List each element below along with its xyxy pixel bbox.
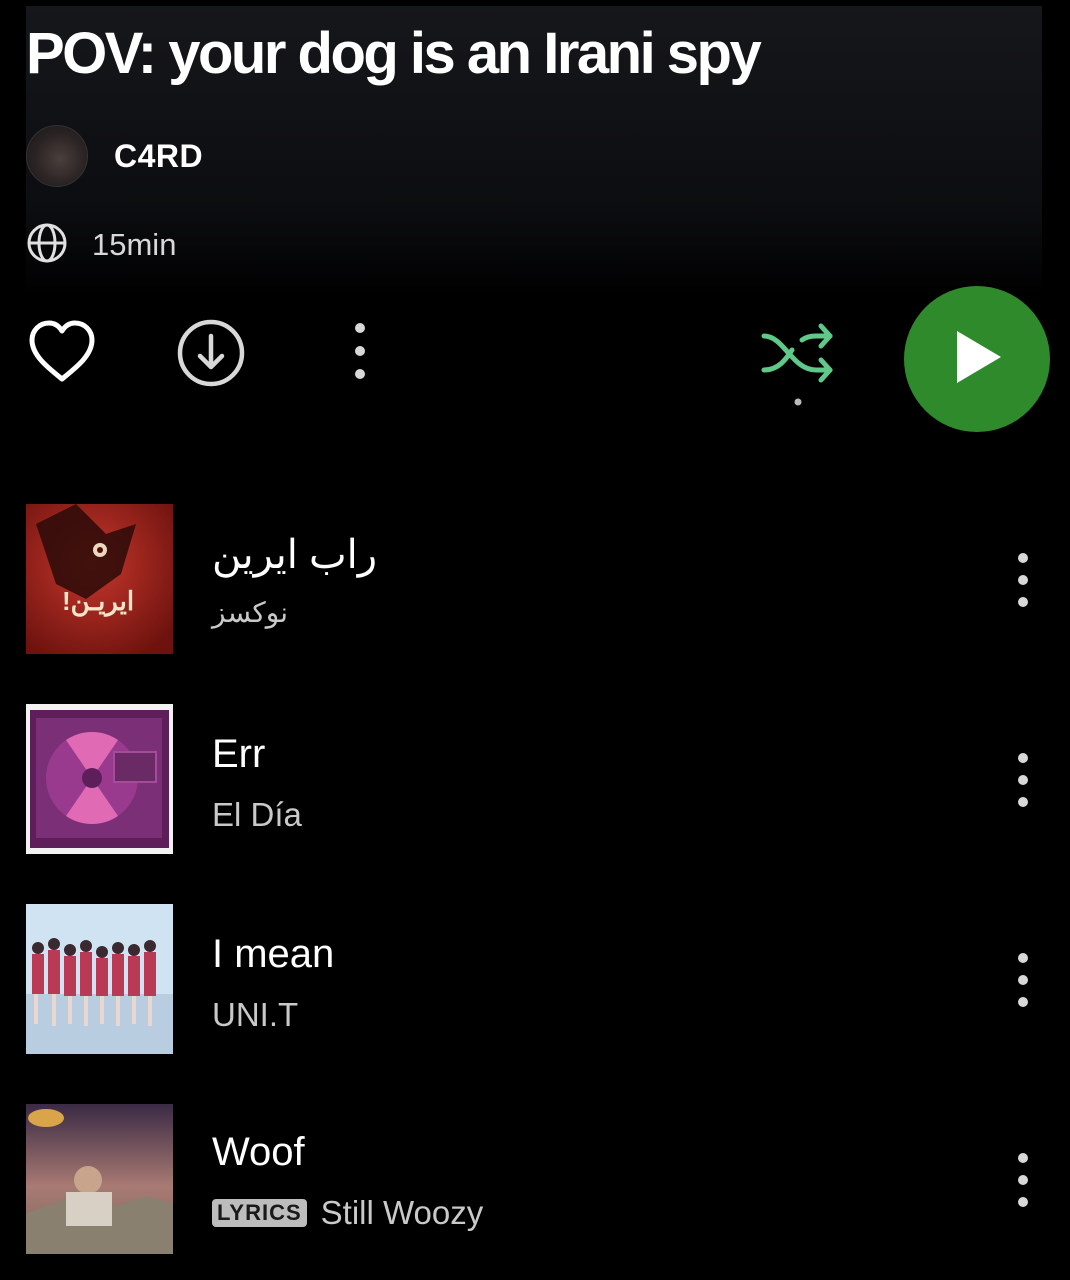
more-vertical-icon: [353, 320, 367, 387]
track-title: Err: [212, 732, 266, 776]
play-icon: [947, 327, 1007, 392]
track-more-button[interactable]: [1008, 1150, 1038, 1210]
download-button[interactable]: [176, 318, 246, 393]
track-row[interactable]: ایریـن! راب ایرین نوکسز: [26, 504, 1042, 654]
download-icon: [176, 318, 246, 393]
globe-icon: [26, 222, 68, 269]
more-vertical-icon: [1008, 753, 1038, 814]
playlist-title: POV: your dog is an Irani spy: [26, 21, 762, 86]
track-more-button[interactable]: [1008, 750, 1038, 810]
owner-name[interactable]: C4RD: [114, 138, 203, 175]
track-row[interactable]: Woof LYRICS Still Woozy: [26, 1104, 1042, 1254]
track-artist: نوکسز: [212, 597, 289, 628]
owner-avatar[interactable]: [26, 125, 88, 187]
play-button[interactable]: [904, 286, 1050, 432]
track-artist: El Día: [212, 796, 302, 833]
more-vertical-icon: [1008, 953, 1038, 1014]
track-row[interactable]: Err El Día: [26, 704, 1042, 854]
lyrics-badge: LYRICS: [212, 1199, 307, 1227]
more-vertical-icon: [1008, 553, 1038, 614]
track-artist-line: LYRICS Still Woozy: [212, 1194, 483, 1232]
track-artist: Still Woozy: [320, 1194, 484, 1231]
track-artist: UNI.T: [212, 996, 299, 1033]
track-title: راب ایرین: [212, 533, 378, 577]
playlist-owner[interactable]: C4RD: [26, 125, 203, 187]
more-options-button[interactable]: [340, 318, 380, 388]
shuffle-icon: [758, 318, 838, 417]
album-art: ایریـن!: [26, 504, 173, 654]
album-art: [26, 904, 173, 1054]
track-row[interactable]: I mean UNI.T: [26, 904, 1042, 1054]
heart-icon: [27, 319, 97, 390]
playlist-duration: 15min: [92, 227, 177, 262]
track-title: Woof: [212, 1130, 305, 1174]
track-more-button[interactable]: [1008, 950, 1038, 1010]
shuffle-button[interactable]: [758, 318, 838, 414]
like-button[interactable]: [26, 318, 98, 390]
album-art-text: ایریـن!: [62, 586, 135, 616]
playlist-meta: 15min: [26, 222, 176, 268]
track-title: I mean: [212, 932, 335, 976]
track-more-button[interactable]: [1008, 550, 1038, 610]
album-art: [26, 1104, 173, 1254]
album-art: [26, 704, 173, 854]
more-vertical-icon: [1008, 1153, 1038, 1214]
